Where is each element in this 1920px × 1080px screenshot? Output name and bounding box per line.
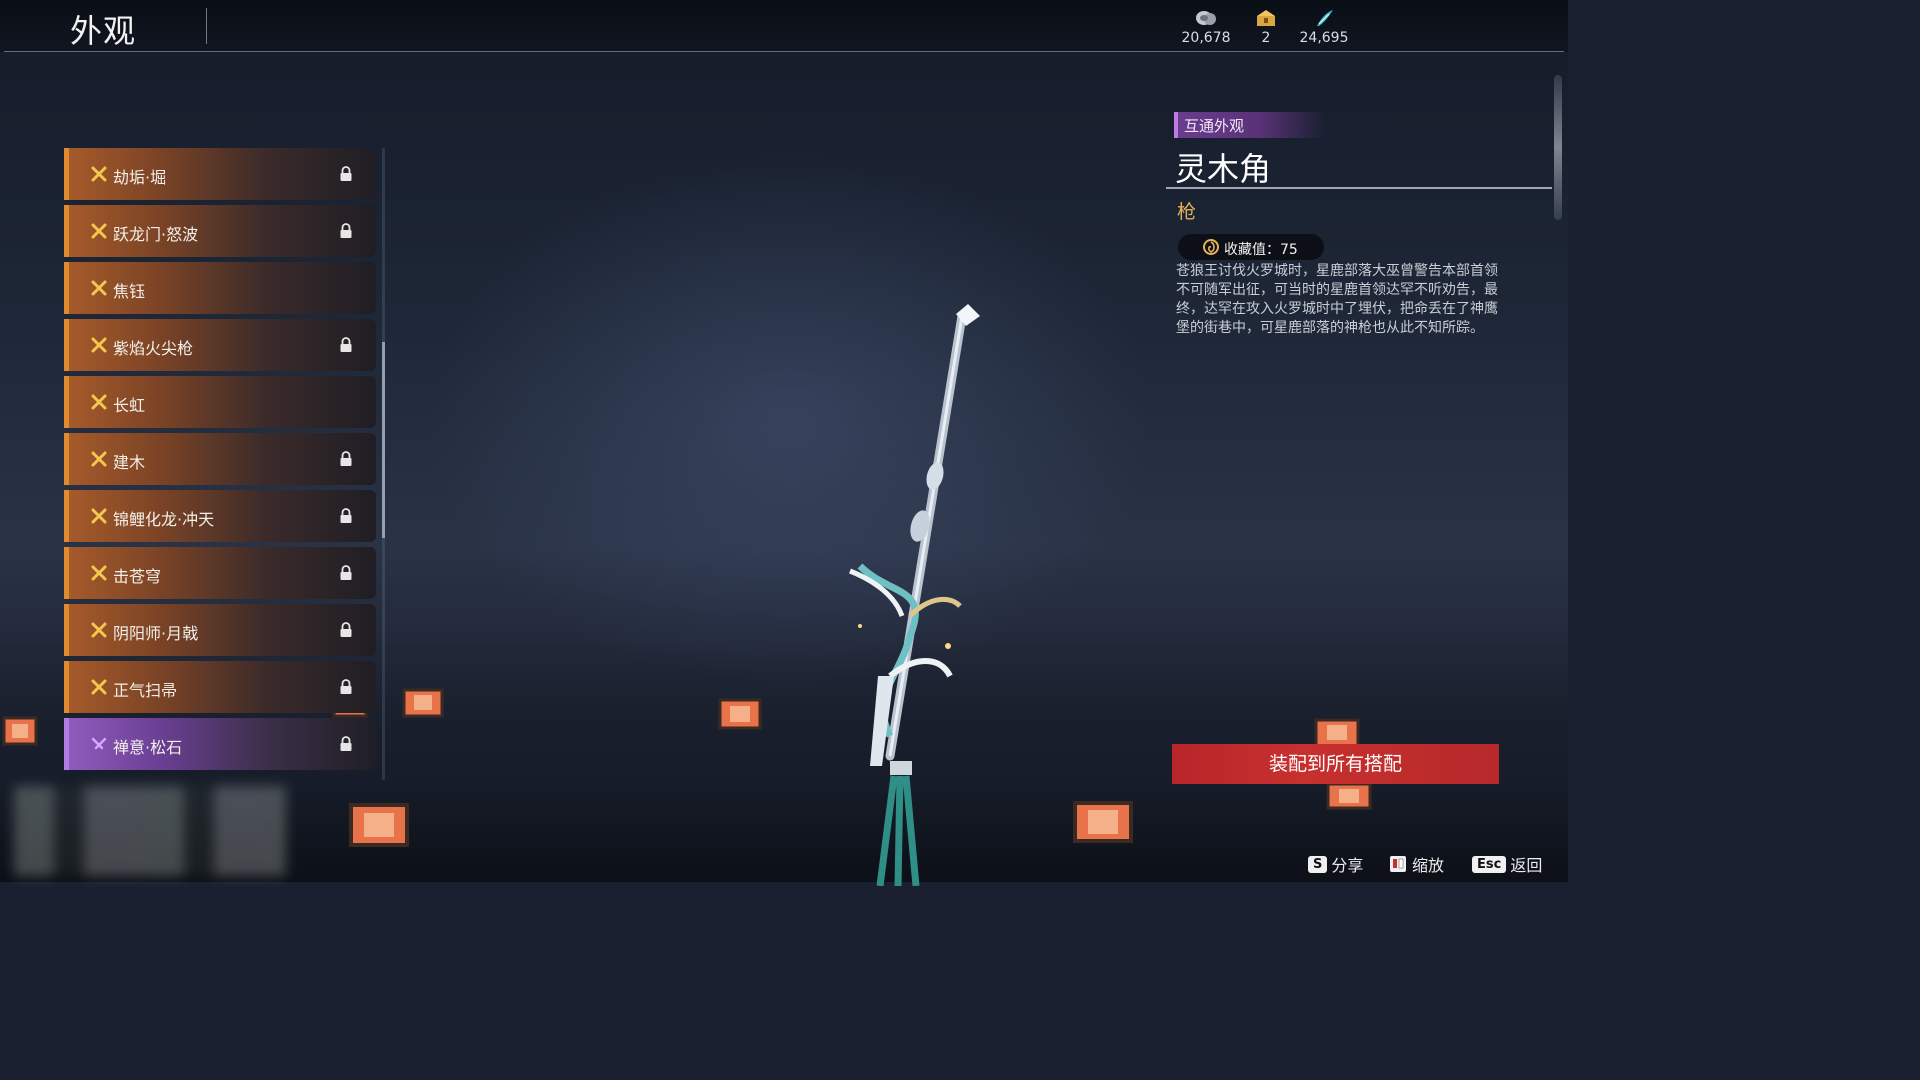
name-divider bbox=[1166, 187, 1552, 189]
collection-value-badge: 收藏值：75 bbox=[1178, 234, 1324, 260]
zoom-label: 缩放 bbox=[1412, 856, 1445, 875]
list-item-name: 建木 bbox=[113, 453, 146, 472]
lock-icon bbox=[340, 508, 352, 523]
orange-rarity-icon bbox=[91, 508, 107, 524]
list-item-name: 紫焰火尖枪 bbox=[113, 339, 194, 358]
list-item[interactable]: 禅意·松石 bbox=[64, 718, 376, 770]
collection-value: 收藏值：75 bbox=[1224, 242, 1298, 258]
orange-rarity-icon bbox=[91, 394, 107, 410]
coin-icon bbox=[1196, 11, 1216, 25]
list-item[interactable]: 建木 bbox=[64, 433, 376, 485]
orange-rarity-icon bbox=[91, 337, 107, 353]
list-item-name: 禅意·松石 bbox=[113, 738, 183, 757]
list-item[interactable]: 焦钰 bbox=[64, 262, 376, 314]
lock-icon bbox=[340, 166, 352, 181]
orange-rarity-icon bbox=[91, 622, 107, 638]
purple-rarity-icon bbox=[91, 737, 107, 750]
share-key: S bbox=[1308, 855, 1328, 873]
lock-icon bbox=[340, 337, 352, 352]
lock-icon bbox=[340, 622, 352, 637]
lantern-icon bbox=[2, 716, 38, 746]
skin-list: 劫垢·堀 跃龙门·怒波 焦钰 紫焰火尖枪 长虹 建木 锦鲤化龙·冲天 击苍穹 阴… bbox=[64, 148, 376, 780]
lantern-icon bbox=[402, 688, 444, 718]
item-name: 灵木角 bbox=[1175, 150, 1272, 188]
lantern-icon bbox=[349, 803, 409, 847]
mouse-icon bbox=[1390, 856, 1406, 872]
list-item[interactable]: 劫垢·堀 bbox=[64, 148, 376, 200]
orange-rarity-icon bbox=[91, 451, 107, 467]
item-description: 苍狼王讨伐火罗城时，星鹿部落大巫曾警告本部首领不可随军出征，可当时的星鹿首领达罕… bbox=[1176, 263, 1498, 336]
list-item-name: 正气扫帚 bbox=[113, 681, 178, 700]
list-scrollbar-thumb[interactable] bbox=[382, 342, 385, 538]
lock-icon bbox=[340, 223, 352, 238]
lock-icon bbox=[340, 565, 352, 580]
orange-rarity-icon bbox=[91, 223, 107, 239]
list-item[interactable]: 长虹 bbox=[64, 376, 376, 428]
tag-label: 互通外观 bbox=[1184, 117, 1245, 135]
list-item-name: 跃龙门·怒波 bbox=[113, 225, 199, 244]
shared-skin-tag: 互通外观 bbox=[1174, 112, 1326, 138]
list-item-name: 劫垢·堀 bbox=[113, 168, 167, 187]
lock-icon bbox=[340, 736, 352, 751]
list-item-name: 锦鲤化龙·冲天 bbox=[113, 510, 215, 529]
list-item-name: 击苍穹 bbox=[113, 567, 162, 586]
share-label: 分享 bbox=[1331, 856, 1364, 875]
zoom-hint[interactable]: 缩放 bbox=[1388, 852, 1445, 875]
orange-rarity-icon bbox=[91, 280, 107, 296]
header-divider bbox=[4, 51, 1564, 52]
equip-all-label: 装配到所有搭配 bbox=[1268, 754, 1402, 775]
list-item[interactable]: 击苍穹 bbox=[64, 547, 376, 599]
lock-icon bbox=[340, 451, 352, 466]
list-item[interactable]: 跃龙门·怒波 bbox=[64, 205, 376, 257]
currency-feather: 24,695 bbox=[1289, 8, 1359, 46]
spear-weapon-model bbox=[849, 304, 980, 886]
back-hint[interactable]: Esc 返回 bbox=[1472, 852, 1543, 875]
list-item-name: 阴阳师·月戟 bbox=[113, 624, 199, 643]
back-label: 返回 bbox=[1510, 856, 1543, 875]
list-item-name: 焦钰 bbox=[113, 282, 146, 301]
list-item[interactable]: 锦鲤化龙·冲天 bbox=[64, 490, 376, 542]
list-item[interactable]: 阴阳师·月戟 bbox=[64, 604, 376, 656]
title-divider bbox=[206, 8, 207, 44]
orange-rarity-icon bbox=[91, 565, 107, 581]
feather-count: 24,695 bbox=[1299, 30, 1349, 46]
list-item[interactable]: 紫焰火尖枪 bbox=[64, 319, 376, 371]
feather-icon bbox=[1317, 10, 1333, 26]
esc-key: Esc bbox=[1472, 855, 1507, 873]
lantern-icon bbox=[1073, 801, 1133, 843]
share-hint[interactable]: S 分享 bbox=[1308, 852, 1364, 875]
list-item-name: 长虹 bbox=[113, 396, 146, 415]
equip-all-button[interactable]: 装配到所有搭配 bbox=[1172, 744, 1499, 784]
page-title: 外观 bbox=[70, 12, 137, 50]
orange-rarity-icon bbox=[91, 166, 107, 182]
lantern-icon bbox=[718, 698, 762, 730]
lantern-icon bbox=[1326, 782, 1372, 810]
list-item[interactable]: 正气扫帚 bbox=[64, 661, 376, 713]
item-type: 枪 bbox=[1177, 201, 1197, 223]
blurred-area bbox=[14, 786, 286, 876]
lock-icon bbox=[340, 679, 352, 694]
orange-rarity-icon bbox=[91, 679, 107, 695]
detail-scrollbar[interactable] bbox=[1554, 75, 1562, 220]
chest-icon bbox=[1257, 10, 1275, 26]
collection-icon bbox=[1203, 239, 1219, 255]
